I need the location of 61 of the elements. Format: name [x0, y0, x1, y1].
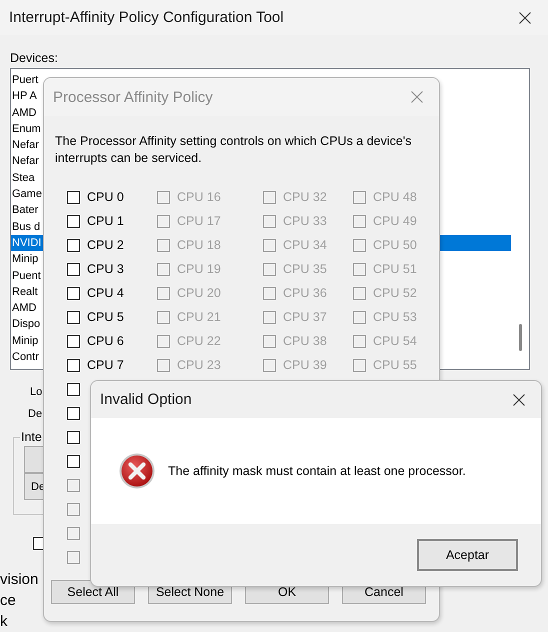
- checkbox[interactable]: [67, 190, 80, 204]
- checkbox-label: CPU 55: [373, 358, 417, 372]
- checkbox-label: CPU 36: [283, 286, 327, 300]
- error-icon: [119, 453, 155, 489]
- checkbox-label: CPU 21: [177, 310, 221, 324]
- accept-button[interactable]: Aceptar: [417, 539, 518, 571]
- close-icon[interactable]: [519, 12, 531, 24]
- description-text: The Processor Affinity setting controls on which CPUs a device's interrupts can be serviced.: [55, 133, 412, 167]
- checkbox-label: CPU 19: [177, 262, 221, 276]
- scrollbar-thumb[interactable]: [519, 324, 522, 351]
- checkbox-label: CPU 51: [373, 262, 417, 276]
- checkbox-label: CPU 22: [177, 334, 221, 348]
- message-text: The affinity mask must contain at least one processor.: [168, 464, 466, 478]
- checkbox-label: CPU 6: [87, 334, 124, 348]
- checkbox-label: CPU 52: [373, 286, 417, 300]
- close-icon[interactable]: [513, 394, 525, 406]
- field-label: De: [28, 407, 42, 421]
- dialog-title: Invalid Option: [100, 391, 192, 408]
- checkbox-label: CPU 23: [177, 358, 221, 372]
- checkbox[interactable]: [67, 238, 80, 252]
- checkbox[interactable]: [67, 406, 80, 420]
- checkbox-label: CPU 39: [283, 358, 327, 372]
- checkbox-label: CPU 1: [87, 214, 124, 228]
- checkbox[interactable]: [67, 286, 80, 300]
- checkbox-label: CPU 37: [283, 310, 327, 324]
- checkbox-label: CPU 2: [87, 238, 124, 252]
- checkbox[interactable]: [67, 214, 80, 228]
- checkbox-label: CPU 48: [373, 190, 417, 204]
- checkbox-label: CPU 16: [177, 190, 221, 204]
- checkbox-label: CPU 38: [283, 334, 327, 348]
- checkbox-label: CPU 49: [373, 214, 417, 228]
- checkbox[interactable]: [67, 310, 80, 324]
- checkbox[interactable]: [67, 382, 80, 396]
- checkbox-label: CPU 3: [87, 262, 124, 276]
- checkbox-label: CPU 20: [177, 286, 221, 300]
- checkbox-label: CPU 50: [373, 238, 417, 252]
- field-label: Lo: [30, 385, 42, 399]
- checkbox-label: CPU 35: [283, 262, 327, 276]
- checkbox-label: CPU 0: [87, 190, 124, 204]
- checkbox-label: CPU 7: [87, 358, 124, 372]
- checkbox-label: CPU 5: [87, 310, 124, 324]
- checkbox[interactable]: [67, 430, 80, 444]
- group-title: Inte: [20, 430, 43, 444]
- checkbox[interactable]: [67, 262, 80, 276]
- checkbox-label: CPU 17: [177, 214, 221, 228]
- checkbox-label: CPU 18: [177, 238, 221, 252]
- checkbox-label: CPU 54: [373, 334, 417, 348]
- option-label: k: [0, 612, 8, 632]
- window-title: Interrupt-Affinity Policy Configuration Tool: [9, 9, 284, 26]
- checkbox-label: CPU 34: [283, 238, 327, 252]
- option-label: vision: [0, 570, 38, 590]
- dialog-title: Processor Affinity Policy: [53, 88, 213, 106]
- checkbox[interactable]: [67, 454, 80, 468]
- checkbox-label: CPU 53: [373, 310, 417, 324]
- checkbox-label: CPU 32: [283, 190, 327, 204]
- checkbox[interactable]: [67, 358, 80, 372]
- devices-label: Devices:: [10, 51, 59, 66]
- checkbox-label: CPU 4: [87, 286, 124, 300]
- option-label: ce: [0, 591, 16, 611]
- checkbox[interactable]: [67, 334, 80, 348]
- checkbox-label: CPU 33: [283, 214, 327, 228]
